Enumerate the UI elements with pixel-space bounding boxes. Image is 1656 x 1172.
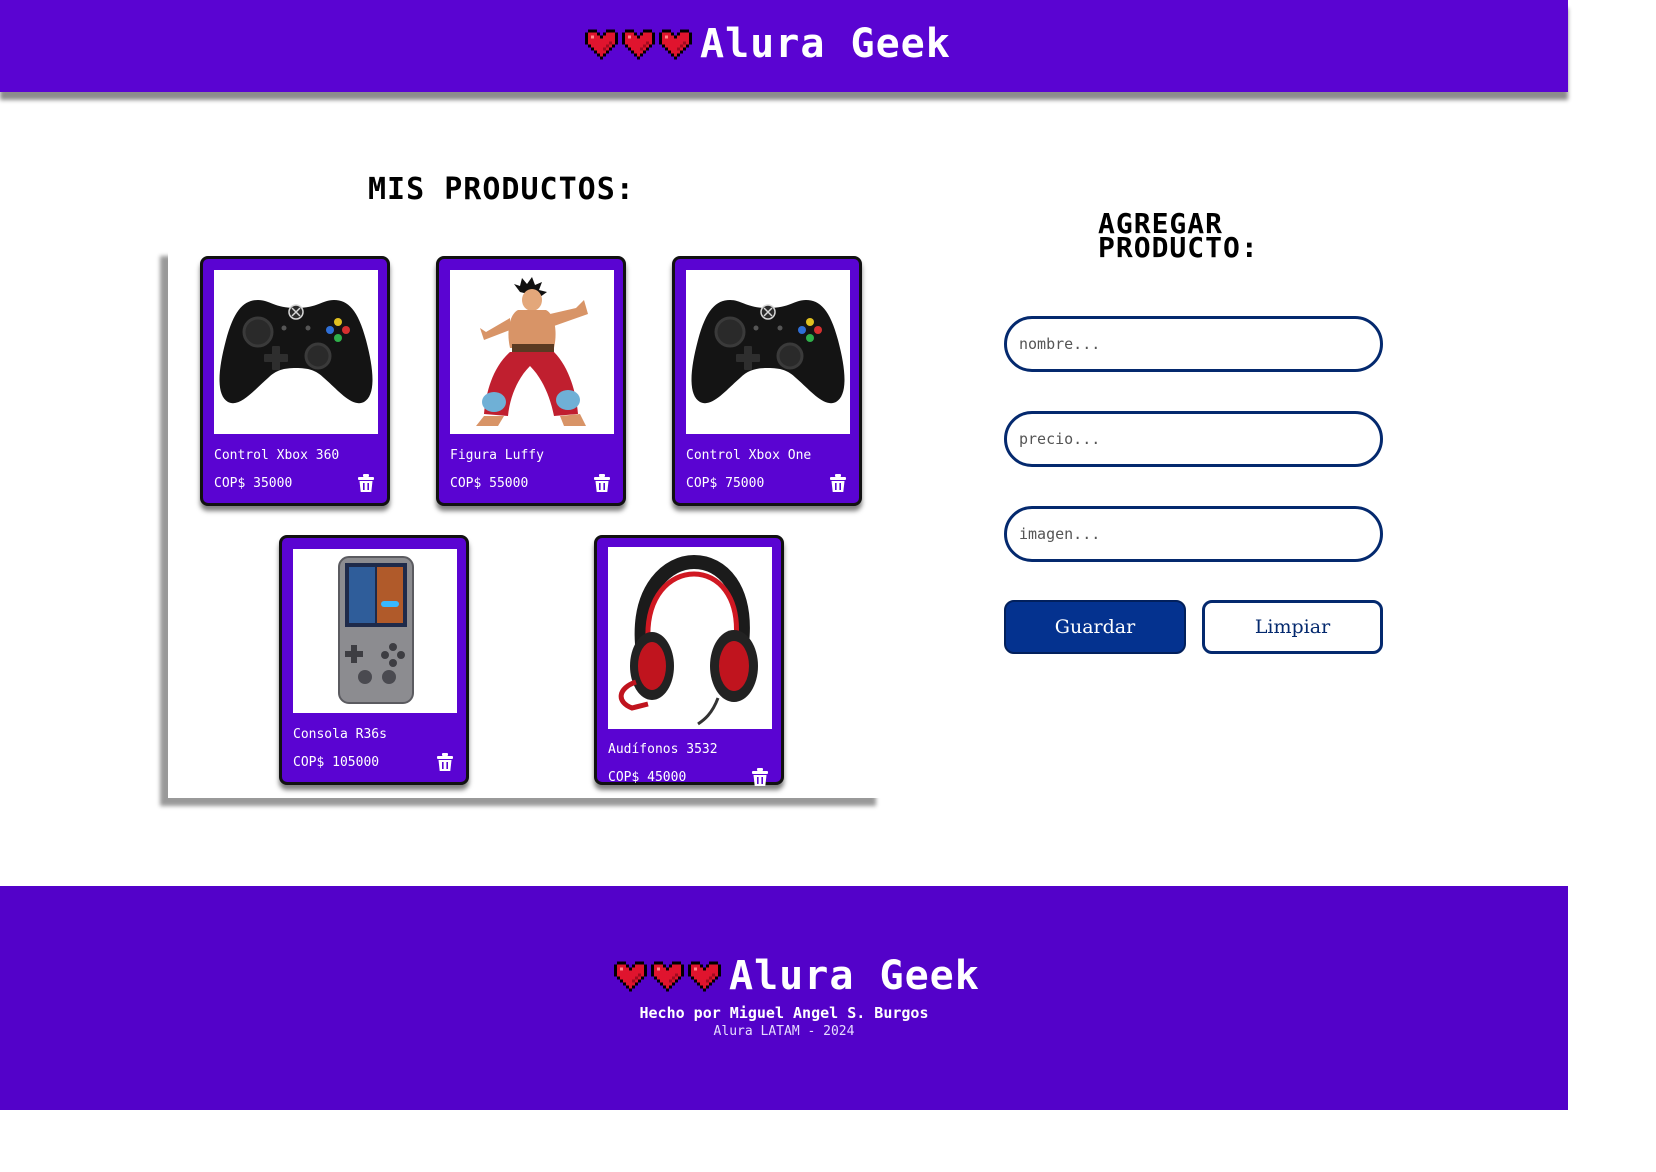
name-input[interactable]	[1004, 316, 1383, 372]
pixel-heart-icon	[622, 28, 655, 61]
product-name: Consola R36s	[293, 727, 387, 742]
product-price: COP$ 55000	[450, 476, 529, 491]
clear-button[interactable]: Limpiar	[1202, 600, 1383, 654]
product-card: Audífonos 3532 COP$ 45000	[594, 535, 784, 785]
brand-hearts	[614, 960, 721, 993]
product-name: Audífonos 3532	[608, 742, 718, 757]
product-name: Figura Luffy	[450, 448, 544, 463]
trash-icon[interactable]	[828, 473, 848, 493]
add-title-line2: PRODUCTO:	[1098, 231, 1259, 264]
pixel-heart-icon	[651, 960, 684, 993]
site-footer: Alura Geek Hecho por Miguel Angel S. Bur…	[0, 886, 1568, 1110]
author-credit: Hecho por Miguel Angel S. Burgos	[639, 1004, 929, 1022]
pixel-heart-icon	[614, 960, 647, 993]
gaming-headset-image	[608, 547, 772, 729]
brand-hearts	[585, 28, 692, 61]
product-name: Control Xbox One	[686, 448, 812, 463]
add-product-title: AGREGAR PRODUCTO:	[1098, 210, 1318, 262]
product-card: Control Xbox 360 COP$ 35000	[200, 256, 390, 506]
product-price: COP$ 35000	[214, 476, 293, 491]
product-card: Figura Luffy COP$ 55000	[436, 256, 626, 506]
site-header: Alura Geek	[0, 0, 1568, 92]
trash-icon[interactable]	[750, 767, 770, 787]
product-card: Consola R36s COP$ 105000	[279, 535, 469, 785]
xbox-controller-image	[686, 270, 850, 434]
image-input[interactable]	[1004, 506, 1383, 562]
pixel-heart-icon	[659, 28, 692, 61]
handheld-console-image	[293, 549, 457, 713]
trash-icon[interactable]	[356, 473, 376, 493]
products-title: MIS PRODUCTOS:	[368, 172, 635, 207]
trash-icon[interactable]	[435, 752, 455, 772]
footer-brand[interactable]: Alura Geek	[614, 956, 980, 996]
product-price: COP$ 75000	[686, 476, 765, 491]
trash-icon[interactable]	[592, 473, 612, 493]
product-card: Control Xbox One COP$ 75000	[672, 256, 862, 506]
footer-brand-name: Alura Geek	[729, 953, 980, 999]
header-brand[interactable]: Alura Geek	[585, 24, 951, 64]
copyright-text: Alura LATAM - 2024	[713, 1024, 855, 1039]
product-price: COP$ 45000	[608, 770, 687, 785]
luffy-figure-image	[450, 270, 614, 434]
xbox-controller-image	[214, 270, 378, 434]
product-name: Control Xbox 360	[214, 448, 340, 463]
products-panel: Control Xbox 360 COP$ 35000 Figura Luffy…	[168, 248, 884, 798]
price-input[interactable]	[1004, 411, 1383, 467]
pixel-heart-icon	[585, 28, 618, 61]
save-button[interactable]: Guardar	[1004, 600, 1186, 654]
brand-name: Alura Geek	[700, 21, 951, 67]
pixel-heart-icon	[688, 960, 721, 993]
product-price: COP$ 105000	[293, 755, 380, 770]
